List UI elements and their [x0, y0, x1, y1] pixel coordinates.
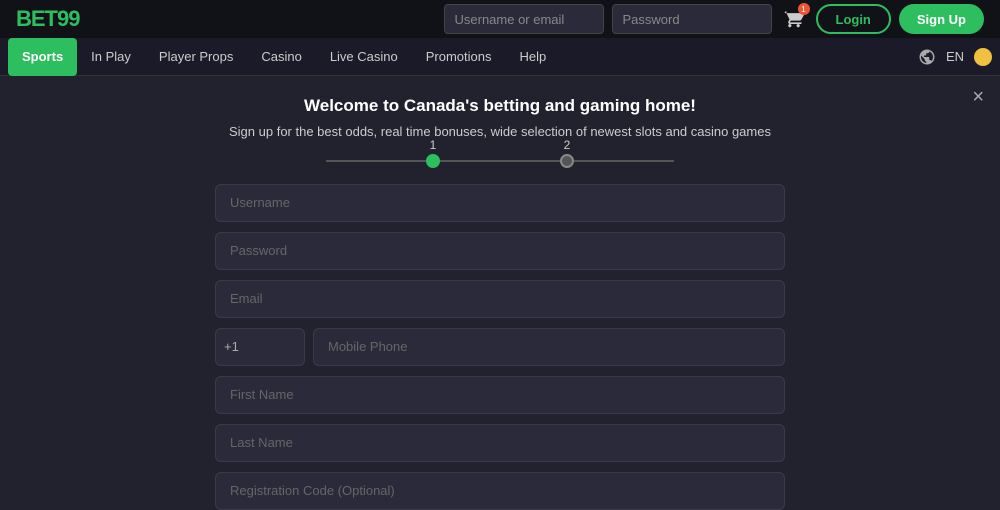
signup-form: +1	[215, 184, 785, 510]
password-input[interactable]	[612, 4, 772, 34]
step-1-label: 1	[430, 138, 437, 152]
step-indicator: 1 2	[326, 154, 674, 168]
cart-badge: 1	[798, 3, 810, 15]
globe-icon	[918, 48, 936, 66]
phone-row: +1	[215, 328, 785, 366]
password-field[interactable]	[215, 232, 785, 270]
header-inputs: 1 Login Sign Up	[444, 4, 985, 34]
modal-overlay: × Welcome to Canada's betting and gaming…	[0, 76, 1000, 510]
signup-button[interactable]: Sign Up	[899, 4, 984, 34]
theme-toggle-icon[interactable]	[974, 48, 992, 66]
welcome-title: Welcome to Canada's betting and gaming h…	[229, 96, 771, 116]
last-name-field[interactable]	[215, 424, 785, 462]
step-2-dot: 2	[560, 154, 574, 168]
nav-item-playerprops[interactable]: Player Props	[145, 38, 247, 76]
welcome-section: Welcome to Canada's betting and gaming h…	[229, 96, 771, 142]
step-line-right	[574, 160, 674, 162]
reg-code-field[interactable]	[215, 472, 785, 510]
username-input[interactable]	[444, 4, 604, 34]
mobile-phone-field[interactable]	[313, 328, 785, 366]
step-2-label: 2	[564, 138, 571, 152]
step-line-left	[326, 160, 426, 162]
nav-right: EN	[918, 48, 992, 66]
first-name-field[interactable]	[215, 376, 785, 414]
welcome-sub: Sign up for the best odds, real time bon…	[229, 122, 771, 142]
login-button[interactable]: Login	[816, 4, 891, 34]
nav-item-livecasino[interactable]: Live Casino	[316, 38, 412, 76]
nav-item-casino[interactable]: Casino	[247, 38, 315, 76]
close-button[interactable]: ×	[972, 86, 984, 109]
lang-label[interactable]: EN	[946, 49, 964, 64]
nav-item-sports[interactable]: Sports	[8, 38, 77, 76]
nav: Sports In Play Player Props Casino Live …	[0, 38, 1000, 76]
step-1-dot: 1	[426, 154, 440, 168]
phone-country-select[interactable]: +1	[215, 328, 305, 366]
email-field[interactable]	[215, 280, 785, 318]
logo: BET99	[16, 6, 79, 32]
nav-item-promotions[interactable]: Promotions	[412, 38, 506, 76]
step-middle-line	[440, 160, 560, 162]
logo-num: 99	[57, 6, 79, 31]
nav-item-inplay[interactable]: In Play	[77, 38, 145, 76]
header: BET99 1 Login Sign Up	[0, 0, 1000, 38]
username-field[interactable]	[215, 184, 785, 222]
logo-bet: BET	[16, 6, 57, 31]
cart-icon-wrap[interactable]: 1	[780, 5, 808, 33]
nav-item-help[interactable]: Help	[506, 38, 561, 76]
